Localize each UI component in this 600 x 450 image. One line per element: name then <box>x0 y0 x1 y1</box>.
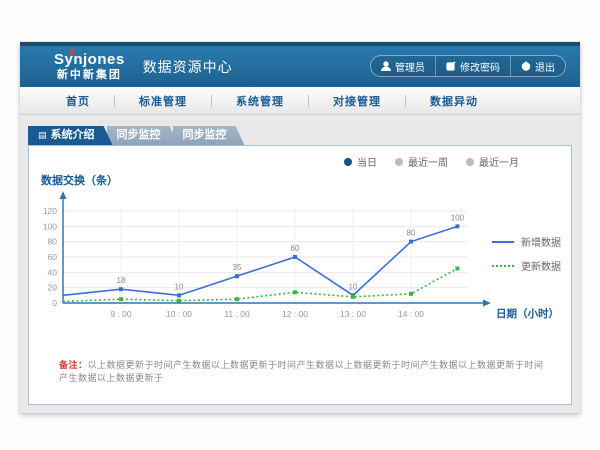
tab-sync-monitor-1[interactable]: 同步监控 <box>107 126 179 145</box>
logo-text-en: Synjones <box>54 52 125 67</box>
nav-item-standard-mgmt[interactable]: 标准管理 <box>115 93 211 109</box>
filter-label: 最近一月 <box>479 154 519 169</box>
change-password-label: 修改密码 <box>460 59 500 74</box>
filter-today[interactable]: 当日 <box>344 154 377 169</box>
filter-last-week[interactable]: 最近一周 <box>395 154 448 169</box>
page-title: 数据资源中心 <box>143 57 233 77</box>
svg-text:80: 80 <box>48 237 58 247</box>
power-icon <box>521 61 531 71</box>
time-range-filters: 当日 最近一周 最近一月 <box>344 154 519 169</box>
svg-text:100: 100 <box>451 213 465 222</box>
user-icon <box>381 61 391 71</box>
admin-user-button[interactable]: 管理员 <box>371 56 435 76</box>
legend-label: 新增数据 <box>521 234 561 249</box>
svg-text:18: 18 <box>117 276 126 285</box>
svg-text:13 : 00: 13 : 00 <box>340 309 366 319</box>
nav-item-system-mgmt[interactable]: 系统管理 <box>212 93 308 109</box>
tab-label: 系统介绍 <box>51 129 95 141</box>
filter-label: 最近一周 <box>408 154 448 169</box>
nav-item-interface-mgmt[interactable]: 对接管理 <box>309 93 405 109</box>
footnote-prefix: 备注： <box>59 360 88 370</box>
svg-text:10 : 00: 10 : 00 <box>166 309 192 319</box>
logo: Synjones 新中新集团 <box>54 52 125 81</box>
svg-text:120: 120 <box>43 206 57 216</box>
nav-item-home[interactable]: 首页 <box>42 93 114 109</box>
svg-text:80: 80 <box>407 229 416 238</box>
content-area: ▤ 系统介绍 同步监控 同步监控 当日 最近一周 <box>20 115 580 413</box>
filter-last-month[interactable]: 最近一月 <box>466 154 519 169</box>
chart-legend: 新增数据 更新数据 <box>492 234 561 273</box>
svg-text:日期（小时）: 日期（小时） <box>496 307 559 320</box>
chart-card: 当日 最近一周 最近一月 数据交换（条） 0 20 40 60 80 100 120 9 : … <box>28 145 572 405</box>
page: Synjones 新中新集团 数据资源中心 管理员 修改密码 <box>0 0 600 450</box>
svg-text:40: 40 <box>48 267 58 277</box>
footnote-text: 以上数据更新于时间产生数据以上数据更新于时间产生数据以上数据更新于时间产生数据以… <box>59 360 544 383</box>
legend-label: 更新数据 <box>521 258 561 273</box>
tab-system-intro[interactable]: ▤ 系统介绍 <box>28 126 113 145</box>
change-password-button[interactable]: 修改密码 <box>435 56 510 76</box>
nav-item-data-change[interactable]: 数据异动 <box>406 93 502 109</box>
tab-label: 同步监控 <box>117 129 161 141</box>
radio-icon <box>395 158 403 166</box>
svg-text:10: 10 <box>175 282 184 291</box>
app-window: Synjones 新中新集团 数据资源中心 管理员 修改密码 <box>20 42 580 413</box>
legend-updated-data[interactable]: 更新数据 <box>492 258 561 273</box>
admin-user-label: 管理员 <box>395 59 425 74</box>
footnote: 备注：以上数据更新于时间产生数据以上数据更新于时间产生数据以上数据更新于时间产生… <box>59 358 551 384</box>
tab-label: 同步监控 <box>183 129 227 141</box>
logo-text-cn: 新中新集团 <box>54 70 125 81</box>
svg-text:11 : 00: 11 : 00 <box>224 309 250 319</box>
document-icon: ▤ <box>38 130 47 140</box>
edit-icon <box>446 61 456 71</box>
radio-selected-icon <box>344 158 352 166</box>
tab-bar: ▤ 系统介绍 同步监控 同步监控 <box>28 126 239 145</box>
radio-icon <box>466 158 474 166</box>
legend-new-data[interactable]: 新增数据 <box>492 234 561 249</box>
y-axis-title: 数据交换（条） <box>41 172 118 188</box>
dotted-line-icon <box>492 265 514 267</box>
svg-text:100: 100 <box>43 221 57 231</box>
user-actions-group: 管理员 修改密码 退出 <box>370 55 566 77</box>
svg-text:0: 0 <box>52 298 57 308</box>
main-nav: 首页 标准管理 系统管理 对接管理 数据异动 <box>20 87 580 115</box>
svg-text:14 : 00: 14 : 00 <box>398 309 424 319</box>
svg-text:35: 35 <box>233 263 242 272</box>
svg-text:60: 60 <box>48 252 58 262</box>
app-header: Synjones 新中新集团 数据资源中心 管理员 修改密码 <box>20 46 580 87</box>
svg-text:60: 60 <box>291 244 300 253</box>
svg-text:9 : 00: 9 : 00 <box>110 309 132 319</box>
logout-label: 退出 <box>535 59 555 74</box>
logout-button[interactable]: 退出 <box>510 56 565 76</box>
filter-label: 当日 <box>357 154 377 169</box>
tab-sync-monitor-2[interactable]: 同步监控 <box>173 126 245 145</box>
svg-text:10: 10 <box>349 282 358 291</box>
svg-text:12 : 00: 12 : 00 <box>282 309 308 319</box>
solid-line-icon <box>492 241 514 243</box>
svg-text:20: 20 <box>48 283 58 293</box>
